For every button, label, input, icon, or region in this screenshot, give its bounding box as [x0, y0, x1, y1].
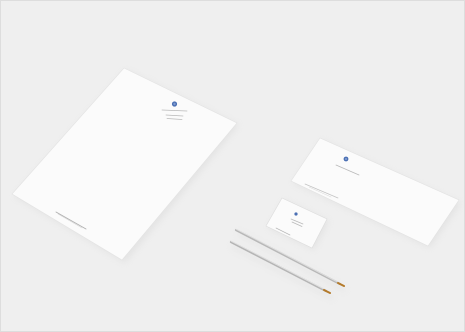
- envelope-logo: [343, 156, 349, 162]
- mockup-frame: [0, 0, 465, 332]
- letterhead-logo: [171, 101, 178, 107]
- business-card-logo: [294, 212, 298, 216]
- stationery-mockup-scene: [0, 0, 465, 332]
